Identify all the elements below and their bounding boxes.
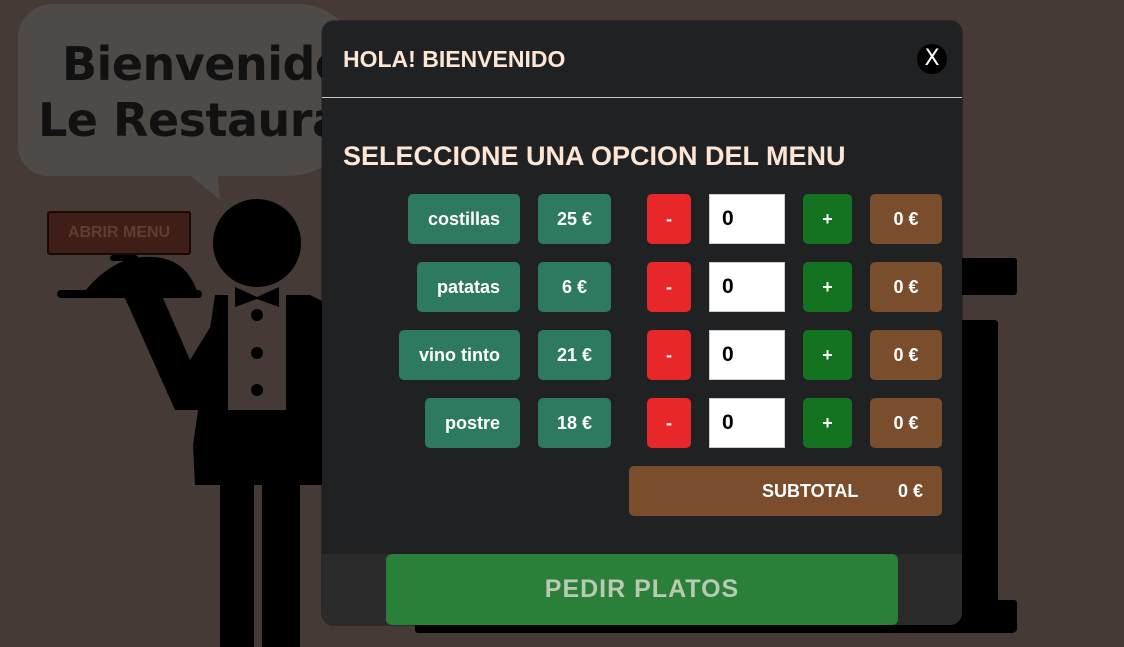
table-illustration-icon	[960, 258, 1017, 632]
increase-button[interactable]: +	[803, 194, 852, 244]
subtotal-value: 0 €	[898, 481, 924, 501]
item-price: 18 €	[538, 398, 611, 448]
item-total: 0 €	[870, 398, 942, 448]
item-price: 25 €	[538, 194, 611, 244]
item-name: patatas	[416, 262, 520, 312]
modal-header: HOLA! BIENVENIDO X	[322, 21, 962, 98]
increase-button[interactable]: +	[803, 330, 852, 380]
menu-item-row: costillas 25 € - + 0 €	[322, 194, 962, 262]
quantity-input[interactable]	[709, 262, 785, 312]
item-price: 6 €	[538, 262, 611, 312]
quantity-input[interactable]	[709, 194, 785, 244]
menu-item-row: patatas 6 € - + 0 €	[322, 262, 962, 330]
subtotal-label: SUBTOTAL	[762, 481, 859, 501]
decrease-button[interactable]: -	[647, 330, 691, 380]
item-name: postre	[424, 398, 520, 448]
quantity-input[interactable]	[709, 330, 785, 380]
decrease-button[interactable]: -	[647, 262, 691, 312]
increase-button[interactable]: +	[803, 398, 852, 448]
subtotal-box: SUBTOTAL 0 €	[629, 466, 942, 516]
section-title: SELECCIONE UNA OPCION DEL MENU	[343, 141, 846, 171]
increase-button[interactable]: +	[803, 262, 852, 312]
order-dishes-button[interactable]: PEDIR PLATOS	[386, 554, 898, 625]
welcome-modal: HOLA! BIENVENIDO X SELECCIONE UNA OPCION…	[322, 21, 962, 625]
item-name: vino tinto	[399, 330, 520, 380]
decrease-button[interactable]: -	[647, 194, 691, 244]
quantity-input[interactable]	[709, 398, 785, 448]
item-name: costillas	[407, 194, 520, 244]
menu-item-row: postre 18 € - + 0 €	[322, 398, 962, 466]
decrease-button[interactable]: -	[647, 398, 691, 448]
menu-items-list: costillas 25 € - + 0 € patatas 6 € - + 0…	[322, 194, 962, 466]
item-total: 0 €	[870, 194, 942, 244]
waiter-illustration-icon	[57, 199, 330, 647]
item-price: 21 €	[538, 330, 611, 380]
modal-title: HOLA! BIENVENIDO	[343, 46, 566, 72]
item-total: 0 €	[870, 262, 942, 312]
menu-item-row: vino tinto 21 € - + 0 €	[322, 330, 962, 398]
modal-footer: PEDIR PLATOS	[322, 554, 962, 625]
close-button[interactable]: X	[917, 44, 947, 74]
item-total: 0 €	[870, 330, 942, 380]
